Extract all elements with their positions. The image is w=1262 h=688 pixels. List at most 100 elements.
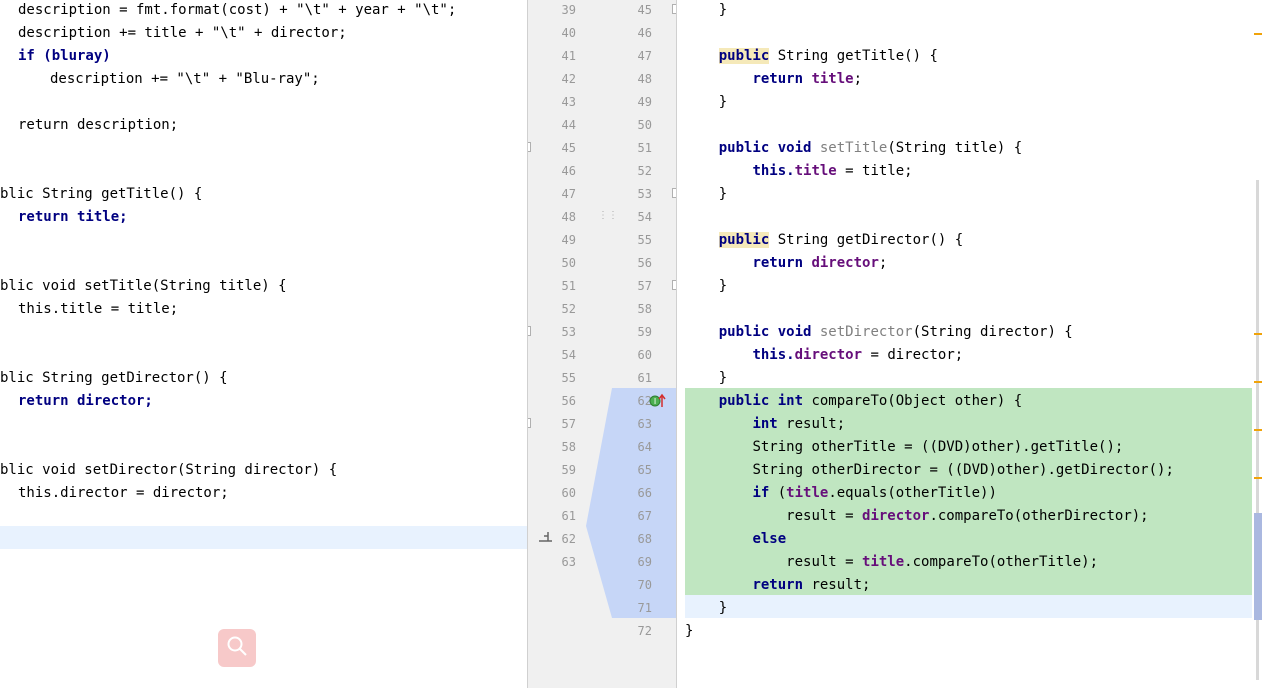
code-line[interactable]: String otherTitle = ((DVD)other).getTitl…	[677, 436, 1262, 459]
code-line[interactable]: }	[677, 367, 1262, 390]
code-line[interactable]: description += title + "\t" + director;	[0, 22, 527, 45]
left-line-number: 63	[561, 555, 576, 569]
left-line-number: 53	[561, 325, 576, 339]
right-line-number: 62	[637, 394, 652, 408]
left-line-number: 54	[561, 348, 576, 362]
left-line-number: 49	[561, 233, 576, 247]
right-line-number: 45	[637, 3, 652, 17]
code-line[interactable]: if (title.equals(otherTitle))	[677, 482, 1262, 505]
right-line-number: 61	[637, 371, 652, 385]
right-line-number: 65	[637, 463, 652, 477]
right-line-number: 48	[637, 72, 652, 86]
code-line[interactable]: }	[677, 275, 1262, 298]
left-line-number: 45	[561, 141, 576, 155]
code-line[interactable]: }	[677, 91, 1262, 114]
right-line-number: 60	[637, 348, 652, 362]
left-line-number: 46	[561, 164, 576, 178]
left-line-number: 40	[561, 26, 576, 40]
code-line[interactable]: }	[677, 597, 1262, 620]
code-line[interactable]: public void setTitle(String title) {	[677, 137, 1262, 160]
search-icon	[226, 635, 248, 661]
right-line-number: 63	[637, 417, 652, 431]
code-line[interactable]: description += "\t" + "Blu-ray";	[0, 68, 527, 91]
right-line-number: 72	[637, 624, 652, 638]
left-line-number: 43	[561, 95, 576, 109]
left-line-number: 50	[561, 256, 576, 270]
apply-change-icon[interactable]	[538, 530, 554, 548]
right-line-number: 46	[637, 26, 652, 40]
left-line-number: 47	[561, 187, 576, 201]
right-line-number: 68	[637, 532, 652, 546]
right-line-number: 52	[637, 164, 652, 178]
right-line-number: 58	[637, 302, 652, 316]
right-line-number: 53	[637, 187, 652, 201]
code-line[interactable]: if (bluray)	[0, 45, 527, 68]
code-line[interactable]: this.director = director;	[677, 344, 1262, 367]
code-line[interactable]: return description;	[0, 114, 527, 137]
code-line[interactable]: }	[677, 0, 1262, 22]
left-line-number: 55	[561, 371, 576, 385]
right-line-number: 47	[637, 49, 652, 63]
override-icon[interactable]: I	[649, 393, 667, 413]
left-line-number: 44	[561, 118, 576, 132]
code-line[interactable]: result = director.compareTo(otherDirecto…	[677, 505, 1262, 528]
code-line[interactable]: else	[677, 528, 1262, 551]
code-line[interactable]: this.director = director;	[0, 482, 527, 505]
code-line[interactable]: public String getTitle() {	[677, 45, 1262, 68]
code-line[interactable]: public String getDirector() {	[677, 229, 1262, 252]
code-line[interactable]: public int compareTo(Object other) {	[677, 390, 1262, 413]
svg-text:I: I	[654, 397, 656, 406]
fold-icon[interactable]	[528, 326, 531, 336]
code-line[interactable]: this.title = title;	[0, 298, 527, 321]
scrollbar-marker	[1254, 477, 1262, 479]
code-line[interactable]: blic void setTitle(String title) {	[0, 275, 527, 298]
code-line[interactable]: this.title = title;	[677, 160, 1262, 183]
right-line-number: 49	[637, 95, 652, 109]
left-line-number: 41	[561, 49, 576, 63]
code-line[interactable]: }	[677, 183, 1262, 206]
code-line[interactable]: return result;	[677, 574, 1262, 597]
drag-handle-icon[interactable]: ⋮⋮	[598, 210, 618, 221]
scrollbar-change-marker	[1254, 513, 1262, 620]
code-line[interactable]: description = fmt.format(cost) + "\t" + …	[0, 0, 527, 22]
right-line-number: 56	[637, 256, 652, 270]
right-line-number: 69	[637, 555, 652, 569]
left-line-number: 56	[561, 394, 576, 408]
left-line-number: 61	[561, 509, 576, 523]
left-line-number: 52	[561, 302, 576, 316]
fold-icon[interactable]	[528, 418, 531, 428]
right-line-number: 50	[637, 118, 652, 132]
scrollbar-marker	[1254, 381, 1262, 383]
left-line-number: 42	[561, 72, 576, 86]
code-line[interactable]: return director;	[677, 252, 1262, 275]
left-line-number: 39	[561, 3, 576, 17]
code-line[interactable]: blic void setDirector(String director) {	[0, 459, 527, 482]
right-line-number: 71	[637, 601, 652, 615]
left-line-number: 51	[561, 279, 576, 293]
right-editor-pane[interactable]: } public String getTitle() { return titl…	[677, 0, 1262, 688]
search-button[interactable]	[218, 629, 256, 667]
right-line-number: 67	[637, 509, 652, 523]
scrollbar-marker	[1254, 33, 1262, 35]
left-editor-pane[interactable]: description = fmt.format(cost) + "\t" + …	[0, 0, 527, 688]
scrollbar-marker	[1254, 429, 1262, 431]
right-line-number: 70	[637, 578, 652, 592]
left-line-number: 48	[561, 210, 576, 224]
code-line[interactable]: result = title.compareTo(otherTitle);	[677, 551, 1262, 574]
right-line-number: 55	[637, 233, 652, 247]
code-line[interactable]: return title;	[677, 68, 1262, 91]
diff-gutter: 39 40 41 42 43 44 45 46 47 48 49 50 51 5…	[527, 0, 677, 688]
right-line-number: 59	[637, 325, 652, 339]
left-line-number: 58	[561, 440, 576, 454]
code-line[interactable]: blic String getDirector() {	[0, 367, 527, 390]
left-line-number: 60	[561, 486, 576, 500]
code-line[interactable]: public void setDirector(String director)…	[677, 321, 1262, 344]
code-line[interactable]: return director;	[0, 390, 527, 413]
code-line[interactable]: blic String getTitle() {	[0, 183, 527, 206]
scrollbar-marker	[1254, 333, 1262, 335]
fold-icon[interactable]	[528, 142, 531, 152]
code-line[interactable]: String otherDirector = ((DVD)other).getD…	[677, 459, 1262, 482]
code-line[interactable]: }	[677, 620, 1262, 643]
code-line[interactable]: int result;	[677, 413, 1262, 436]
code-line[interactable]: return title;	[0, 206, 527, 229]
